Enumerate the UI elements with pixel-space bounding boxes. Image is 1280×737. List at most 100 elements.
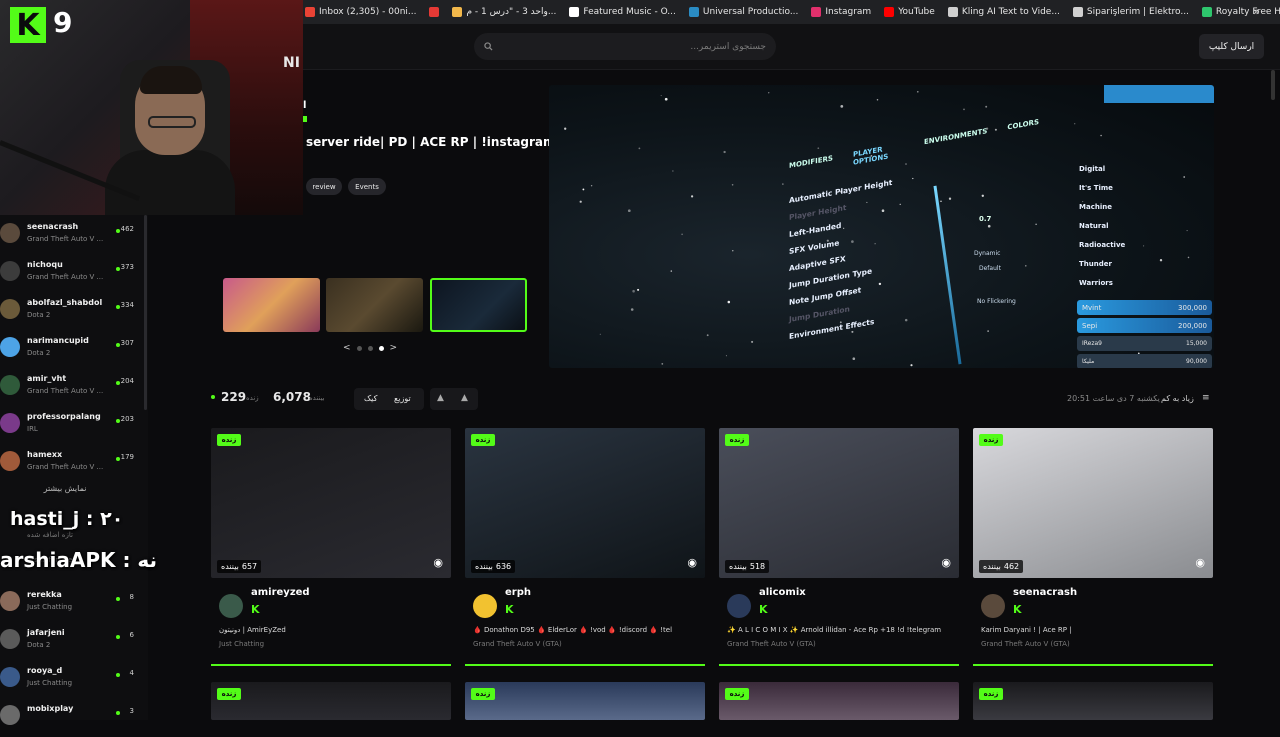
eye-icon[interactable]: ◉ (941, 556, 951, 569)
stream-category[interactable]: Grand Theft Auto V (GTA) (981, 640, 1070, 648)
carousel-thumbnail-active[interactable] (430, 278, 527, 332)
stream-title[interactable]: 🩸 Donathon D95 🩸 ElderLor 🩸 !vod 🩸 !disc… (473, 626, 701, 634)
bookmarks-overflow-button[interactable]: » (1253, 5, 1260, 18)
viewer-label: بیننده (221, 562, 239, 571)
eye-icon[interactable]: ◉ (1195, 556, 1205, 569)
sidebar-channel-item[interactable]: mobixplay 3 (0, 701, 142, 737)
carousel-thumbnail[interactable] (223, 278, 320, 332)
sidebar-channel-item[interactable]: professorpalang IRL 203 (0, 409, 142, 445)
hero-stream-title[interactable]: server ride| PD | ACE RP | !instagram !d… (306, 135, 587, 149)
live-badge: زنده (471, 688, 495, 700)
bookmark-item[interactable]: Inbox (2,305) - 00ni... (305, 7, 416, 17)
sidebar-channel-item[interactable]: amir_vht Grand Theft Auto V ... 204 (0, 371, 142, 407)
card-accent-bar (719, 664, 959, 666)
sidebar-channel-item[interactable]: nichoqu Grand Theft Auto V ... 373 (0, 257, 142, 293)
sort-label[interactable]: زیاد به کم (1161, 394, 1194, 403)
avatar (0, 451, 20, 471)
gmail-icon (305, 7, 315, 17)
stream-thumbnail[interactable]: زنده بیننده 636 ◉ (465, 428, 705, 578)
timestamp: یکشنبه 7 دی ساعت 20:51 (1067, 394, 1160, 403)
live-dot (116, 381, 120, 385)
sidebar-section-label: تازه اضافه شده (27, 531, 73, 539)
stream-category[interactable]: Just Chatting (219, 640, 264, 648)
bookmark-item[interactable]: واحد 3 - "درس 1 - م... (452, 7, 556, 17)
carousel-prev-button[interactable]: < (343, 343, 351, 353)
star (638, 147, 641, 150)
sidebar-channel-item[interactable]: abolfazl_shabdol Dota 2 334 (0, 295, 142, 331)
avatar[interactable] (981, 594, 1005, 618)
sidebar-channel-item[interactable]: hamexx Grand Theft Auto V ... 179 (0, 447, 142, 483)
carousel-dot[interactable] (356, 345, 362, 351)
channel-name[interactable]: alicomix (759, 587, 806, 598)
sidebar-channel-item[interactable]: rerekka Just Chatting 8 (0, 587, 142, 623)
gear-icon (1072, 7, 1083, 17)
stream-title[interactable]: ✨ A L I C O M I X ✨ Arnold illidan - Ace… (727, 626, 955, 634)
page-scrollbar[interactable] (1271, 70, 1275, 100)
bookmark-item[interactable] (429, 7, 440, 17)
live-dot (116, 635, 120, 639)
channel-category: Dota 2 (27, 311, 51, 319)
channel-name[interactable]: erph (505, 587, 531, 598)
search-input[interactable]: ...جستجوی استریمر (474, 33, 776, 60)
star (670, 270, 673, 272)
star (917, 91, 919, 93)
hero-tag[interactable]: review (306, 178, 342, 195)
bookmark-item[interactable]: Universal Productio... (688, 7, 798, 17)
stream-card-preview[interactable]: زنده (211, 682, 451, 720)
stream-card-preview[interactable]: زنده (465, 682, 705, 720)
avatar[interactable] (727, 594, 751, 618)
bookmark-item[interactable]: Siparişlerim | Elektro... (1072, 7, 1189, 17)
recommended-sidebar: seenacrash Grand Theft Auto V ... 462 nicho… (0, 215, 148, 725)
avatar (0, 629, 20, 649)
bookmark-item[interactable]: YouTube (884, 7, 935, 17)
bookmark-item[interactable]: Kling AI Text to Vide... (947, 7, 1060, 17)
heart-icon (429, 7, 440, 17)
carousel-next-button[interactable]: > (390, 343, 398, 353)
channel-name: narimancupid (27, 336, 89, 345)
bookmark-item[interactable]: Royalty Free High D... (1201, 7, 1280, 17)
vr-song: Machine (1079, 203, 1112, 211)
bookmark-item[interactable]: Instagram (811, 7, 871, 17)
stream-card-preview[interactable]: زنده (719, 682, 959, 720)
sort-icon[interactable]: ≡ (1202, 393, 1210, 403)
carousel-dot-active[interactable] (378, 345, 384, 351)
stream-thumbnail[interactable]: زنده بیننده 518 ◉ (719, 428, 959, 578)
tab-distribution[interactable]: توزیع (394, 394, 411, 403)
bookmark-icon (452, 7, 463, 17)
stream-thumbnail[interactable]: زنده بیننده 462 ◉ (973, 428, 1213, 578)
stream-title[interactable]: دونیتون | AmirEyZed (219, 626, 447, 634)
channel-name[interactable]: amireyzed (251, 587, 310, 598)
eye-icon[interactable]: ◉ (687, 556, 697, 569)
youtube-icon (884, 7, 895, 17)
channel-name[interactable]: seenacrash (1013, 587, 1077, 598)
stream-category[interactable]: Grand Theft Auto V (GTA) (473, 640, 562, 648)
kick-verified-icon: K (251, 603, 260, 616)
stream-thumbnail[interactable]: زنده بیننده 657 ◉ (211, 428, 451, 578)
hero-video-player[interactable]: MODIFIERS PLAYER OPTIONS ENVIRONMENTS CO… (549, 85, 1214, 368)
stream-category[interactable]: Grand Theft Auto V (GTA) (727, 640, 816, 648)
show-more-button[interactable]: نمایش بیشتر (0, 484, 130, 493)
bookmark-item[interactable]: Featured Music - O... (569, 7, 676, 17)
sidebar-channel-item[interactable]: seenacrash Grand Theft Auto V ... 462 (0, 219, 142, 255)
send-clip-button[interactable]: ارسال کلیپ (1199, 34, 1264, 59)
stats-bar: 229 زنده 6,078 بیننده کیک توزیع ▲ ▲ یکشن… (211, 388, 1213, 412)
sidebar-channel-item[interactable]: rooya_d Just Chatting 4 (0, 663, 142, 699)
card-accent-bar (465, 664, 705, 666)
avatar[interactable] (473, 594, 497, 618)
viewer-count: 462 (120, 225, 134, 233)
hero-tag[interactable]: Events (348, 178, 386, 195)
user-icon[interactable]: ▲ (437, 393, 444, 403)
stream-title[interactable]: Karim Daryani ! | Ace RP | (981, 626, 1209, 634)
avatar (0, 667, 20, 687)
eye-icon[interactable]: ◉ (433, 556, 443, 569)
sidebar-channel-item[interactable]: narimancupid Dota 2 307 (0, 333, 142, 369)
sidebar-scrollbar[interactable] (144, 215, 147, 410)
sidebar-channel-item[interactable]: jafarjeni Dota 2 6 (0, 625, 142, 661)
tab-clip[interactable]: کیک (364, 394, 377, 403)
channel-category: Grand Theft Auto V ... (27, 387, 104, 395)
stream-card-preview[interactable]: زنده (973, 682, 1213, 720)
user-icon[interactable]: ▲ (461, 393, 468, 403)
carousel-dot[interactable] (367, 345, 373, 351)
avatar[interactable] (219, 594, 243, 618)
carousel-thumbnail[interactable] (326, 278, 423, 332)
